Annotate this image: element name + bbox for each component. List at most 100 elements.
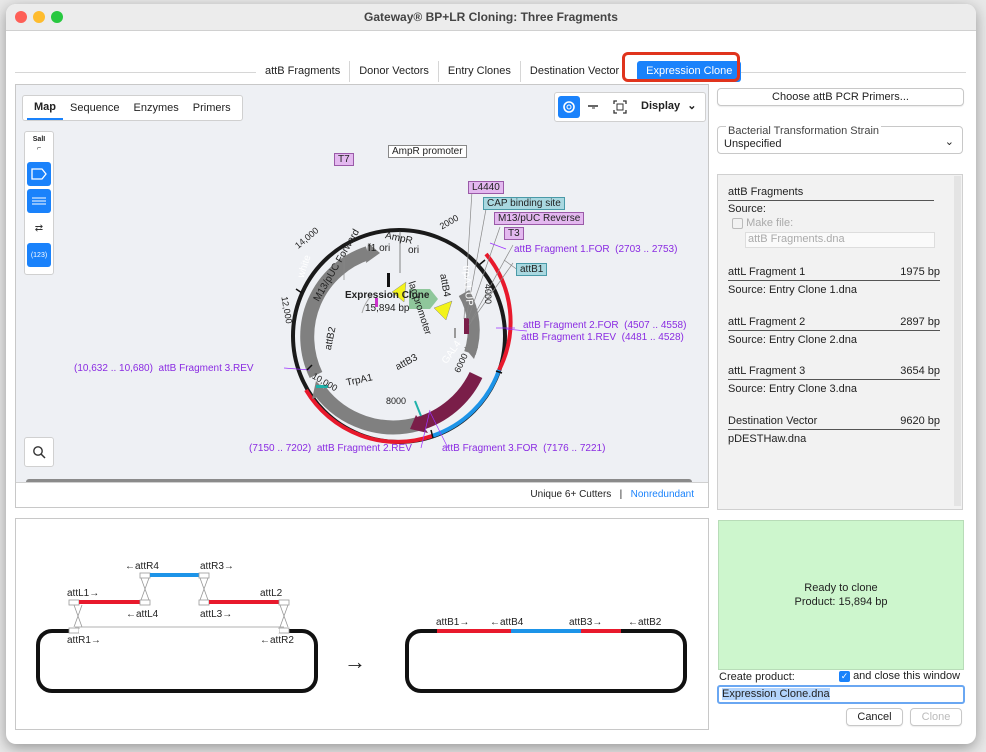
label-attr2: ←attR2 <box>260 635 294 646</box>
primer-2-for-range: (4507 .. 4558) <box>624 320 687 331</box>
destination-vector-info: Destination Vector 9620 bp pDESTHaw.dna <box>728 415 940 445</box>
fragment-1-source: Source: Entry Clone 1.dna <box>728 284 858 296</box>
tick-8000: 8000 <box>386 396 407 406</box>
choose-primers-button[interactable]: Choose attB PCR Primers... <box>717 88 964 106</box>
recombination-svg <box>36 572 687 693</box>
window-title: Gateway® BP+LR Cloning: Three Fragments <box>364 10 618 24</box>
fragment-2: attL Fragment 2 2897 bp Source: Entry Clo… <box>728 316 940 346</box>
strain-value: Unspecified <box>724 138 782 150</box>
divider <box>728 330 940 331</box>
label-attb3: attB3→ <box>569 617 603 628</box>
cutters-status: Unique 6+ Cutters | Nonredundant <box>530 489 694 500</box>
attb-fragments-title: attB Fragments <box>728 186 804 198</box>
primer-3-rev-range: (10,632 .. 10,680) <box>74 363 153 374</box>
clone-button[interactable]: Clone <box>910 708 962 726</box>
primer-2-rev-name: attB Fragment 2.REV <box>316 443 412 454</box>
title-bar: Gateway® BP+LR Cloning: Three Fragments <box>6 4 976 31</box>
divider <box>728 379 940 380</box>
chevron-down-icon: ⌄ <box>944 136 954 148</box>
primer-1-for[interactable]: attB Fragment 1.FOR (2703 .. 2753) <box>514 244 677 255</box>
primer-3-rev-name: attB Fragment 3.REV <box>158 363 254 374</box>
recombination-diagram: ←attR4 attR3→ attL1→ attL2 ←attL4 attL3→… <box>15 518 709 730</box>
divider <box>728 200 934 201</box>
fragment-2-name: attL Fragment 2 <box>728 316 806 328</box>
feature-l4440[interactable]: L4440 <box>468 181 504 194</box>
feature-ampr-promoter[interactable]: AmpR promoter <box>388 145 467 158</box>
vertical-scrollbar[interactable] <box>954 176 961 506</box>
create-product-label: Create product: <box>719 671 795 683</box>
label-attb2: ←attB2 <box>628 617 662 628</box>
tab-destination-vector[interactable]: Destination Vector <box>521 61 628 82</box>
tab-donor-vectors[interactable]: Donor Vectors <box>350 61 439 82</box>
strain-select[interactable]: Bacterial Transformation Strain Unspecif… <box>717 125 963 154</box>
divider <box>728 280 940 281</box>
product-size: Product: 15,894 bp <box>794 596 888 608</box>
tab-highlight-frame <box>622 52 740 82</box>
destination-vector-size: 9620 bp <box>900 415 940 427</box>
fragment-1: attL Fragment 1 1975 bp Source: Entry Clo… <box>728 266 940 296</box>
label-attl1: attL1→ <box>67 588 100 599</box>
fragment-1-name: attL Fragment 1 <box>728 266 806 278</box>
label-attr4: ←attR4 <box>125 561 159 572</box>
primer-2-for[interactable]: attB Fragment 2.FOR (4507 .. 4558) <box>523 320 686 331</box>
fragment-info-panel: attB Fragments Source: Make file: attB F… <box>717 174 963 510</box>
fragment-3-size: 3654 bp <box>900 365 940 377</box>
primer-3-for-name: attB Fragment 3.FOR <box>442 443 538 454</box>
primer-1-rev-range: (4481 .. 4528) <box>621 332 684 343</box>
primer-2-rev-range: (7150 .. 7202) <box>249 443 312 454</box>
primer-3-rev[interactable]: (10,632 .. 10,680) attB Fragment 3.REV <box>74 363 254 374</box>
nonredundant-link[interactable]: Nonredundant <box>631 489 694 500</box>
app-window: Gateway® BP+LR Cloning: Three Fragments … <box>6 4 976 744</box>
label-attr1: attR1→ <box>67 635 101 646</box>
status-row: Unique 6+ Cutters | Nonredundant <box>16 482 708 507</box>
feature-t7[interactable]: T7 <box>334 153 354 166</box>
checkmark-icon: ✓ <box>839 670 850 682</box>
primer-2-for-name: attB Fragment 2.FOR <box>523 320 619 331</box>
label-attb1: attB1→ <box>436 617 470 628</box>
make-file-label: Make file: <box>746 217 794 229</box>
plasmid-map[interactable] <box>16 85 708 485</box>
fragment-2-size: 2897 bp <box>900 316 940 328</box>
make-file-checkbox: Make file: <box>732 217 793 229</box>
plasmid-size: 15,894 bp <box>365 303 410 314</box>
tab-entry-clones[interactable]: Entry Clones <box>439 61 521 82</box>
primer-1-for-range: (2703 .. 2753) <box>615 244 678 255</box>
label-attb4: ←attB4 <box>490 617 524 628</box>
destination-vector-name: Destination Vector <box>728 415 818 427</box>
tab-separator-right <box>736 72 966 73</box>
make-file-input: attB Fragments.dna <box>745 232 935 248</box>
fragment-3-name: attL Fragment 3 <box>728 365 806 377</box>
primer-3-for[interactable]: attB Fragment 3.FOR (7176 .. 7221) <box>442 443 605 454</box>
source-label: Source: <box>728 203 766 215</box>
divider <box>728 429 940 430</box>
primer-2-rev[interactable]: (7150 .. 7202) attB Fragment 2.REV <box>249 443 412 454</box>
tab-attb-fragments[interactable]: attB Fragments <box>256 61 351 82</box>
destination-vector-source: pDESTHaw.dna <box>728 433 807 445</box>
map-panel: Map Sequence Enzymes Primers Display ⌄ S… <box>15 84 709 508</box>
product-filename-input[interactable]: Expression Clone.dna <box>717 685 965 704</box>
cutters-label[interactable]: Unique 6+ Cutters <box>530 489 611 500</box>
feature-attb1[interactable]: attB1 <box>516 263 548 276</box>
ready-status: Ready to clone <box>804 582 878 594</box>
primer-1-rev-name: attB Fragment 1.REV <box>521 332 617 343</box>
status-separator: | <box>619 489 623 500</box>
feature-f1-ori: f1 ori <box>368 243 391 254</box>
label-attl4: ←attL4 <box>126 609 159 620</box>
close-window-checkbox[interactable]: ✓ and close this window <box>839 670 960 682</box>
label-attl3: attL3→ <box>200 609 233 620</box>
label-attl2: attL2 <box>260 588 283 599</box>
fragment-3: attL Fragment 3 3654 bp Source: Entry Clo… <box>728 365 940 395</box>
feature-ori: ori <box>408 245 420 256</box>
tick-4000: 4000 <box>483 283 494 305</box>
feature-m13-puc-reverse[interactable]: M13/pUC Reverse <box>494 212 585 225</box>
feature-cap-binding-site[interactable]: CAP binding site <box>483 197 565 210</box>
primer-1-rev[interactable]: attB Fragment 1.REV (4481 .. 4528) <box>521 332 684 343</box>
fragment-1-size: 1975 bp <box>900 266 940 278</box>
strain-label: Bacterial Transformation Strain <box>726 125 882 137</box>
feature-t3[interactable]: T3 <box>504 227 524 240</box>
fragment-3-source: Source: Entry Clone 3.dna <box>728 383 858 395</box>
primer-3-for-range: (7176 .. 7221) <box>543 443 606 454</box>
arrow-right-icon: → <box>344 649 366 674</box>
close-window-label: and close this window <box>853 670 961 682</box>
cancel-button[interactable]: Cancel <box>846 708 903 726</box>
